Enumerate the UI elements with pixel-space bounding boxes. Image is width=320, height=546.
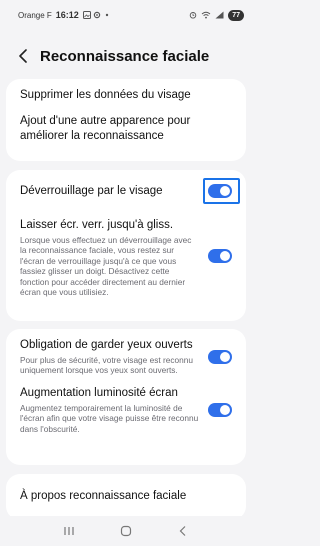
status-bar: Orange F 16:12 77 <box>0 0 252 30</box>
alarm-icon <box>189 12 197 19</box>
image-notification-icon <box>82 11 91 19</box>
stay-on-lockscreen-item[interactable]: Laisser écr. verr. jusqu'à gliss. Lorsqu… <box>6 212 246 297</box>
about-face-recognition-label: À propos reconnaissance faciale <box>20 490 187 502</box>
highlight-box <box>203 178 240 204</box>
back-nav-button[interactable] <box>171 519 195 543</box>
brightness-description: Augmentez temporairement la luminosité d… <box>20 402 199 434</box>
header: Reconnaissance faciale <box>0 38 252 74</box>
back-button[interactable] <box>8 41 38 71</box>
notification-icons <box>82 11 111 19</box>
back-nav-icon <box>179 526 186 536</box>
face-data-card: Supprimer les données du visage Ajout d'… <box>6 79 246 161</box>
delete-face-data-item[interactable]: Supprimer les données du visage <box>6 79 246 108</box>
security-card: Obligation de garder yeux ouverts Pour p… <box>6 329 246 465</box>
settings-notification-icon <box>93 11 101 19</box>
home-button[interactable] <box>114 519 138 543</box>
status-left: Orange F 16:12 <box>18 10 111 20</box>
brightness-item[interactable]: Augmentation luminosité écran Augmentez … <box>6 376 246 434</box>
carrier-label: Orange F <box>18 10 52 20</box>
signal-icon <box>215 11 224 19</box>
wifi-icon <box>201 11 211 19</box>
page-title: Reconnaissance faciale <box>40 47 210 65</box>
stay-on-lockscreen-description: Lorsque vous effectuez un déverrouillage… <box>20 235 192 298</box>
stay-on-lockscreen-switch[interactable] <box>208 248 232 263</box>
recent-apps-icon <box>64 527 74 535</box>
battery-indicator: 77 <box>228 9 244 21</box>
eyes-open-description: Pour plus de sécurité, votre visage est … <box>20 355 193 376</box>
brightness-switch[interactable] <box>208 402 232 417</box>
eyes-open-label: Obligation de garder yeux ouverts <box>20 339 193 351</box>
add-appearance-label: Ajout d'une autre apparence pour amélior… <box>20 115 191 142</box>
delete-face-data-label: Supprimer les données du visage <box>20 89 191 101</box>
home-icon <box>120 525 132 537</box>
about-face-recognition-item[interactable]: À propos reconnaissance faciale <box>6 474 246 504</box>
add-appearance-item[interactable]: Ajout d'une autre apparence pour amélior… <box>6 108 246 144</box>
chevron-left-icon <box>19 49 27 63</box>
face-unlock-label: Déverrouillage par le visage <box>20 184 163 197</box>
dots-notification-icon <box>105 13 109 17</box>
status-right: 77 <box>189 9 244 21</box>
recent-apps-button[interactable] <box>57 519 81 543</box>
eyes-open-switch[interactable] <box>208 349 232 364</box>
switch-knob <box>220 404 230 415</box>
switch-knob <box>220 351 230 362</box>
stay-on-lockscreen-label: Laisser écr. verr. jusqu'à gliss. <box>20 219 174 231</box>
about-card: À propos reconnaissance faciale <box>6 474 246 520</box>
switch-knob <box>220 250 230 261</box>
clock: 16:12 <box>55 10 79 20</box>
eyes-open-item[interactable]: Obligation de garder yeux ouverts Pour p… <box>6 329 246 376</box>
brightness-label: Augmentation luminosité écran <box>20 386 178 399</box>
navigation-bar <box>0 516 252 546</box>
